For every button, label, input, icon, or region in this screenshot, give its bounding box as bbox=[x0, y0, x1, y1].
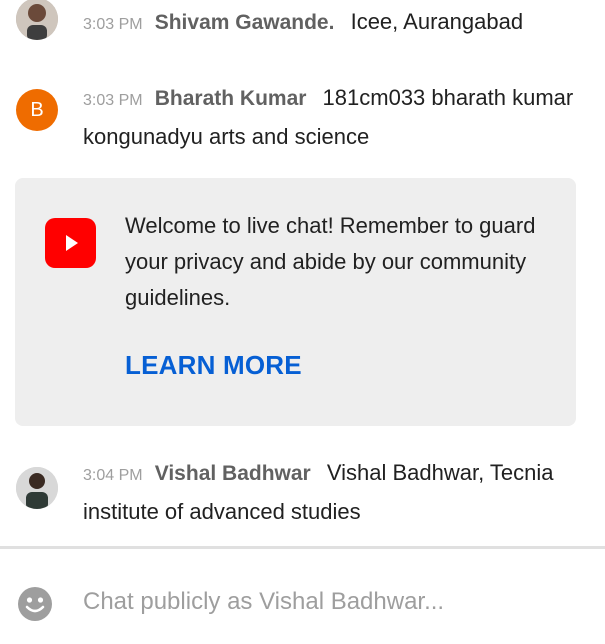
message-text: 3:03 PM Shivam Gawande. Icee, Aurangabad bbox=[83, 4, 577, 43]
person-photo-icon bbox=[16, 467, 58, 509]
user-avatar[interactable] bbox=[16, 0, 58, 40]
chat-message-input[interactable] bbox=[83, 582, 563, 622]
chat-message: 3:03 PM Shivam Gawande. Icee, Aurangabad bbox=[0, 0, 605, 50]
user-avatar[interactable]: B bbox=[16, 89, 58, 131]
message-author[interactable]: Vishal Badhwar bbox=[155, 462, 311, 485]
avatar-letter: B bbox=[30, 99, 44, 121]
message-author[interactable]: Shivam Gawande. bbox=[155, 11, 335, 34]
chat-message: B 3:03 PM Bharath Kumar 181cm033 bharath… bbox=[0, 80, 605, 160]
message-text: 3:03 PM Bharath Kumar 181cm033 bharath k… bbox=[83, 80, 577, 155]
youtube-icon bbox=[45, 218, 96, 268]
message-time: 3:03 PM bbox=[83, 92, 143, 109]
message-time: 3:04 PM bbox=[83, 467, 143, 484]
smiley-icon[interactable] bbox=[17, 586, 53, 622]
person-photo-icon bbox=[16, 0, 58, 40]
message-time: 3:03 PM bbox=[83, 16, 143, 33]
chat-input-bar bbox=[0, 549, 605, 644]
welcome-message: Welcome to live chat! Remember to guard … bbox=[125, 213, 536, 310]
message-text: 3:04 PM Vishal Badhwar Vishal Badhwar, T… bbox=[83, 455, 577, 530]
live-chat-welcome-banner: Welcome to live chat! Remember to guard … bbox=[15, 178, 576, 426]
message-body: Icee, Aurangabad bbox=[350, 9, 524, 34]
message-author[interactable]: Bharath Kumar bbox=[155, 87, 307, 110]
user-avatar[interactable] bbox=[16, 467, 58, 509]
learn-more-link[interactable]: LEARN MORE bbox=[125, 350, 302, 381]
message-body: Vishal Badhwar, Tecnia institute of adva… bbox=[83, 460, 554, 524]
chat-message: 3:04 PM Vishal Badhwar Vishal Badhwar, T… bbox=[0, 453, 605, 533]
